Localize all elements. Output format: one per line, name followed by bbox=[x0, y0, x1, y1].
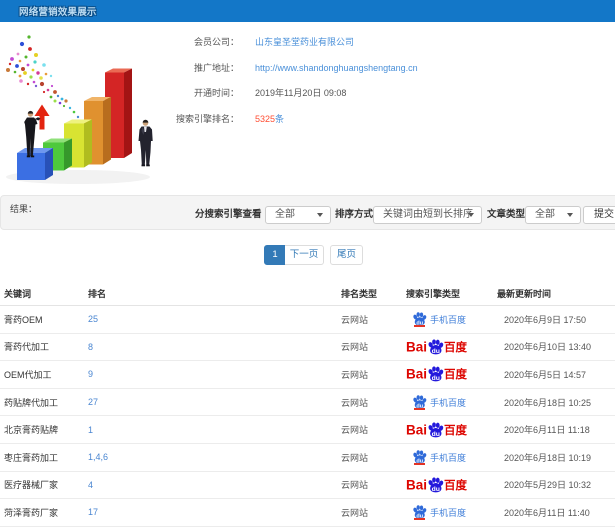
svg-text:du: du bbox=[432, 348, 440, 355]
svg-text:du: du bbox=[432, 375, 440, 382]
svg-text:du: du bbox=[432, 486, 440, 493]
svg-text:du: du bbox=[432, 431, 440, 438]
